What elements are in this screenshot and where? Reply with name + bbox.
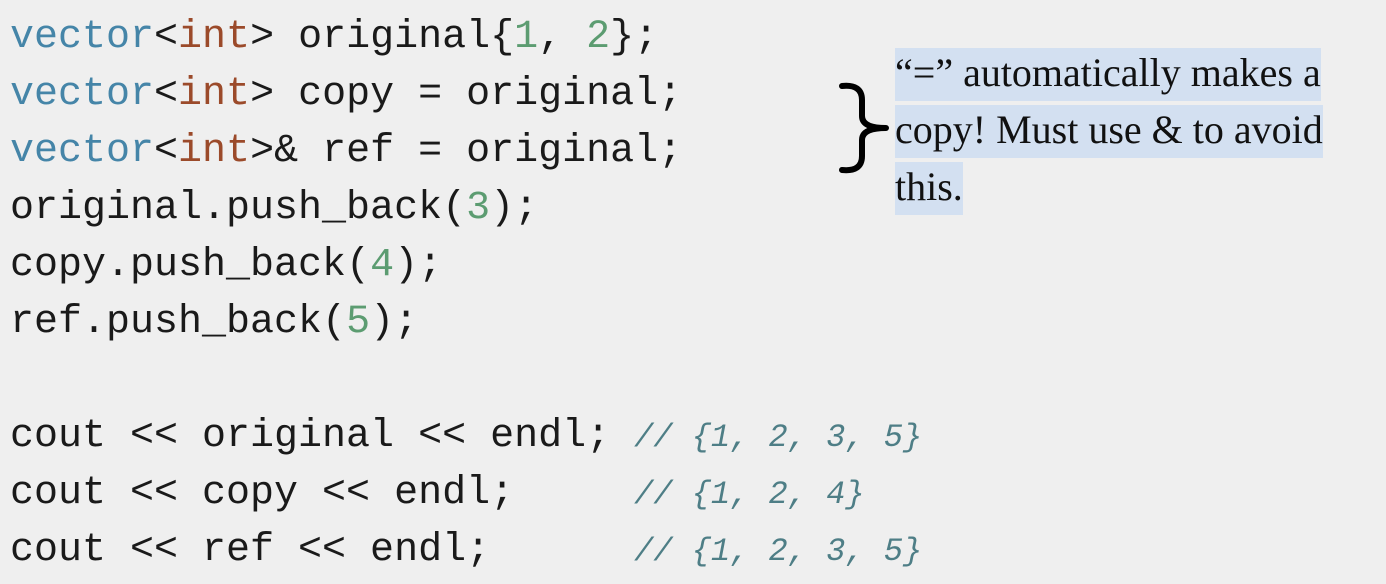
code-token: vector — [10, 129, 155, 174]
code-token: 1 — [514, 15, 539, 60]
callout-text: “=” automatically makes a copy! Must use… — [895, 48, 1323, 215]
code-token: 5 — [346, 300, 371, 345]
code-line-5: copy.push_back(4); — [10, 242, 442, 290]
code-token: cout << copy << endl; — [10, 471, 635, 516]
code-token: ); — [370, 300, 419, 345]
code-line-3: vector<int>& ref = original; — [10, 128, 682, 176]
code-token: vector — [10, 72, 155, 117]
code-token: 4 — [370, 243, 395, 288]
callout-note: “=” automatically makes a copy! Must use… — [895, 44, 1385, 215]
code-comment: // {1, 2, 3, 5} — [634, 419, 923, 456]
curly-brace-icon — [839, 82, 889, 174]
code-token: int — [178, 129, 251, 174]
code-token: ref.push_back( — [10, 300, 347, 345]
code-line-4: original.push_back(3); — [10, 185, 538, 233]
code-token: copy.push_back( — [10, 243, 371, 288]
code-token: vector — [10, 15, 155, 60]
code-token: cout << ref << endl; — [10, 528, 635, 573]
code-token: < — [154, 72, 179, 117]
code-token: 3 — [466, 186, 491, 231]
code-line-6: ref.push_back(5); — [10, 299, 418, 347]
code-token: int — [178, 15, 251, 60]
code-token: cout << original << endl; — [10, 414, 635, 459]
code-token: int — [178, 72, 251, 117]
code-line-2: vector<int> copy = original; — [10, 71, 682, 119]
code-token: , — [538, 15, 587, 60]
code-token: < — [154, 129, 179, 174]
code-comment: // {1, 2, 4} — [634, 476, 865, 513]
code-line-1: vector<int> original{1, 2}; — [10, 14, 658, 62]
code-token: >& ref = original; — [250, 129, 683, 174]
code-token: 2 — [586, 15, 611, 60]
code-token: ); — [490, 186, 539, 231]
slide-canvas: vector<int> original{1, 2}; vector<int> … — [0, 0, 1386, 584]
code-token: > original{ — [250, 15, 515, 60]
code-token: < — [154, 15, 179, 60]
code-line-7: cout << original << endl; // {1, 2, 3, 5… — [10, 413, 922, 461]
code-token: original.push_back( — [10, 186, 467, 231]
code-token: }; — [610, 15, 659, 60]
code-comment: // {1, 2, 3, 5} — [634, 533, 923, 570]
code-line-8: cout << copy << endl; // {1, 2, 4} — [10, 470, 865, 518]
code-line-9: cout << ref << endl; // {1, 2, 3, 5} — [10, 527, 922, 575]
code-token: > copy = original; — [250, 72, 683, 117]
code-token: ); — [394, 243, 443, 288]
